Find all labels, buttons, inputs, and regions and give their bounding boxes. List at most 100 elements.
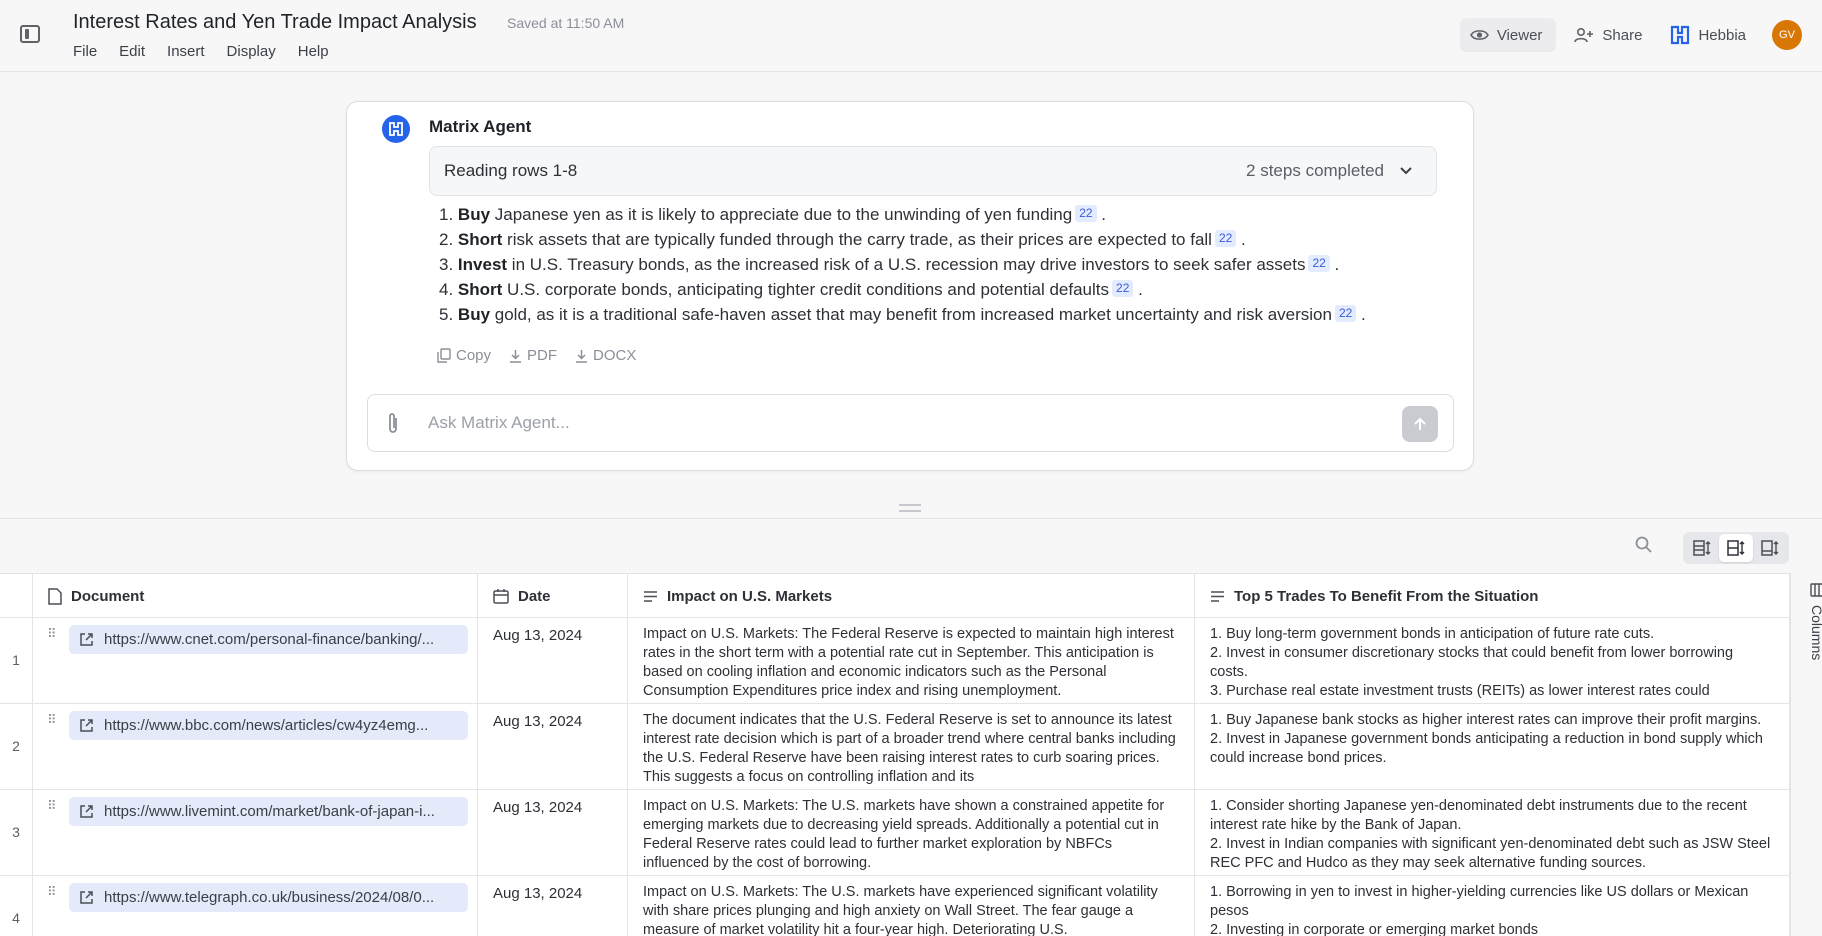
paperclip-icon[interactable] — [384, 410, 402, 436]
answer-item: 5. Buy gold, as it is a traditional safe… — [439, 305, 1366, 324]
external-link-icon — [80, 719, 93, 732]
export-actions: Copy PDF DOCX — [437, 347, 636, 364]
send-button[interactable] — [1402, 406, 1438, 442]
drag-grip-icon[interactable]: ⠿ — [47, 626, 56, 642]
document-title[interactable]: Interest Rates and Yen Trade Impact Anal… — [73, 11, 477, 34]
download-icon — [510, 349, 522, 363]
citation-badge[interactable]: 22 — [1308, 255, 1330, 272]
citation-badge[interactable]: 22 — [1075, 205, 1097, 222]
steps-dropdown[interactable]: Reading rows 1-8 2 steps completed — [429, 146, 1437, 196]
answer-item: 2. Short risk assets that are typically … — [439, 230, 1246, 249]
citation-badge[interactable]: 22 — [1214, 230, 1237, 247]
document-link[interactable]: https://www.bbc.com/news/articles/cw4yz4… — [69, 711, 468, 740]
viewer-button[interactable]: Viewer — [1459, 18, 1557, 52]
drag-grip-icon[interactable]: ⠿ — [47, 884, 56, 900]
steps-status: 2 steps completed — [1246, 161, 1384, 180]
table-row[interactable]: 2 ⠿ https://www.bbc.com/news/articles/cw… — [0, 704, 1790, 790]
date-cell[interactable]: Aug 13, 2024 — [478, 876, 628, 936]
row-height-medium-button[interactable] — [1719, 534, 1753, 562]
external-link-icon — [80, 805, 93, 818]
menu-edit[interactable]: Edit — [119, 43, 145, 60]
pdf-download-button[interactable]: PDF — [509, 347, 557, 364]
agent-logo-icon — [382, 115, 410, 143]
document-cell: ⠿ https://www.cnet.com/personal-finance/… — [33, 618, 478, 704]
impact-cell[interactable]: Impact on U.S. Markets: The U.S. markets… — [628, 790, 1195, 876]
sidebar-toggle-icon[interactable] — [20, 25, 40, 43]
external-link-icon — [80, 891, 93, 904]
steps-label: Reading rows 1-8 — [444, 161, 578, 180]
document-link[interactable]: https://www.livemint.com/market/bank-of-… — [69, 797, 468, 826]
hebbia-logo-icon — [1671, 25, 1690, 45]
row-number: 3 — [0, 790, 33, 876]
drag-grip-icon[interactable]: ⠿ — [47, 798, 56, 814]
date-cell[interactable]: Aug 13, 2024 — [478, 618, 628, 704]
copy-button[interactable]: Copy — [437, 347, 491, 364]
document-link[interactable]: https://www.telegraph.co.uk/business/202… — [69, 883, 468, 912]
row-number: 2 — [0, 704, 33, 790]
top-bar: Interest Rates and Yen Trade Impact Anal… — [0, 0, 1822, 72]
document-cell: ⠿ https://www.bbc.com/news/articles/cw4y… — [33, 704, 478, 790]
drag-grip-icon[interactable]: ⠿ — [47, 712, 56, 728]
date-cell[interactable]: Aug 13, 2024 — [478, 704, 628, 790]
trades-cell[interactable]: 1. Buy long-term government bonds in ant… — [1195, 618, 1790, 704]
answer-item: 1. Buy Japanese yen as it is likely to a… — [439, 205, 1107, 224]
column-header-impact[interactable]: Impact on U.S. Markets — [628, 574, 1195, 618]
document-cell: ⠿ https://www.livemint.com/market/bank-o… — [33, 790, 478, 876]
citation-badge[interactable]: 22 — [1112, 280, 1134, 297]
row-height-medium-icon — [1727, 540, 1745, 556]
search-icon[interactable] — [1634, 535, 1654, 555]
share-button[interactable]: Share — [1564, 18, 1652, 52]
row-height-toggle — [1683, 532, 1789, 564]
answer-item: 4. Short U.S. corporate bonds, anticipat… — [439, 280, 1143, 299]
row-number: 1 — [0, 618, 33, 704]
saved-status: Saved at 11:50 AM — [507, 15, 625, 31]
agent-name: Matrix Agent — [429, 117, 532, 136]
row-height-compact-button[interactable] — [1685, 534, 1719, 562]
menu-insert[interactable]: Insert — [167, 43, 205, 60]
row-height-tall-button[interactable] — [1753, 534, 1787, 562]
grid-toolbar — [0, 519, 1822, 573]
column-header-document[interactable]: Document — [33, 574, 478, 618]
row-number-header — [0, 574, 33, 618]
impact-cell[interactable]: The document indicates that the U.S. Fed… — [628, 704, 1195, 790]
column-header-trades[interactable]: Top 5 Trades To Benefit From the Situati… — [1195, 574, 1790, 618]
row-height-tall-icon — [1761, 540, 1779, 556]
date-cell[interactable]: Aug 13, 2024 — [478, 790, 628, 876]
arrow-up-icon — [1414, 417, 1426, 430]
trades-cell[interactable]: 1. Buy Japanese bank stocks as higher in… — [1195, 704, 1790, 790]
resize-handle[interactable] — [899, 504, 921, 512]
columns-panel-toggle[interactable]: Columns — [1790, 573, 1822, 936]
avatar[interactable]: GV — [1772, 20, 1802, 50]
eye-icon — [1469, 30, 1489, 40]
answer-list: 1. Buy Japanese yen as it is likely to a… — [439, 202, 1449, 327]
columns-label: Columns — [1809, 605, 1822, 661]
hebbia-label: Hebbia — [1698, 26, 1746, 44]
columns-icon — [1810, 583, 1822, 597]
table-row[interactable]: 3 ⠿ https://www.livemint.com/market/bank… — [0, 790, 1790, 876]
menu-bar: File Edit Insert Display Help — [73, 43, 329, 60]
text-lines-icon — [644, 590, 657, 602]
trades-cell[interactable]: 1. Borrowing in yen to invest in higher-… — [1195, 876, 1790, 936]
menu-file[interactable]: File — [73, 43, 97, 60]
trades-cell[interactable]: 1. Consider shorting Japanese yen-denomi… — [1195, 790, 1790, 876]
matrix-grid: Document Date Impact on U.S. Markets Top… — [0, 573, 1790, 936]
menu-help[interactable]: Help — [298, 43, 329, 60]
download-icon — [576, 349, 588, 363]
impact-cell[interactable]: Impact on U.S. Markets: The U.S. markets… — [628, 876, 1195, 936]
column-header-date[interactable]: Date — [478, 574, 628, 618]
document-link[interactable]: https://www.cnet.com/personal-finance/ba… — [69, 625, 468, 654]
table-row[interactable]: 4 ⠿ https://www.telegraph.co.uk/business… — [0, 876, 1790, 936]
row-height-compact-icon — [1693, 540, 1711, 556]
document-cell: ⠿ https://www.telegraph.co.uk/business/2… — [33, 876, 478, 936]
citation-badge[interactable]: 22 — [1334, 305, 1357, 322]
ask-agent-input[interactable] — [428, 407, 1368, 439]
impact-cell[interactable]: Impact on U.S. Markets: The Federal Rese… — [628, 618, 1195, 704]
menu-display[interactable]: Display — [227, 43, 276, 60]
hebbia-button[interactable]: Hebbia — [1660, 18, 1756, 52]
calendar-icon — [493, 589, 509, 604]
grid-header: Document Date Impact on U.S. Markets Top… — [0, 573, 1790, 618]
external-link-icon — [80, 633, 93, 646]
table-row[interactable]: 1 ⠿ https://www.cnet.com/personal-financ… — [0, 618, 1790, 704]
docx-download-button[interactable]: DOCX — [575, 347, 636, 364]
copy-icon — [437, 348, 451, 363]
